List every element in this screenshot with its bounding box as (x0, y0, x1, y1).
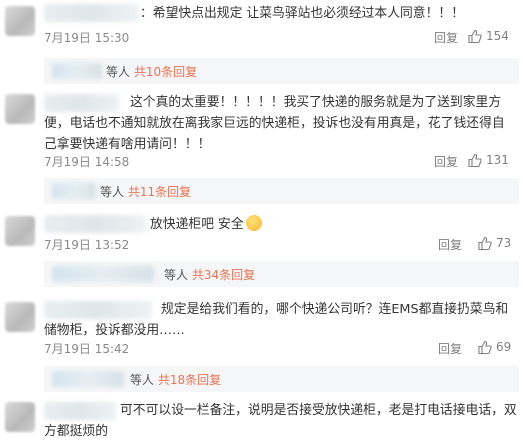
like-button[interactable]: 69 (478, 340, 511, 354)
avatar[interactable] (5, 216, 35, 246)
like-count: 73 (496, 236, 512, 250)
comment-text: 放快递柜吧 安全 (150, 214, 517, 235)
thread-prefix: 等人 (106, 65, 131, 79)
replier-names-blurred (52, 63, 102, 79)
reply-button[interactable]: 回复 (438, 340, 462, 357)
comment-4: 规定是给我们看的，哪个快递公司听？连EMS都直接扔菜鸟和储物柜，投诉都没用…… … (0, 296, 523, 396)
comment-date: 7月19日 14:58 (44, 155, 130, 169)
reply-thread[interactable]: 等人 共34条回复 (44, 261, 519, 287)
thumbs-up-icon (478, 236, 492, 250)
thumbs-up-icon (468, 29, 482, 43)
comment-text-content: 放快递柜吧 安全 (150, 217, 244, 232)
thread-prefix: 等人 (100, 185, 125, 199)
view-replies-link[interactable]: 共18条回复 (158, 373, 221, 387)
avatar[interactable] (5, 6, 35, 36)
reply-thread[interactable]: 等人 共11条回复 (44, 178, 519, 204)
like-button[interactable]: 73 (478, 236, 511, 250)
view-replies-link[interactable]: 共11条回复 (128, 185, 191, 199)
username-blurred[interactable] (44, 215, 146, 233)
like-count: 154 (486, 29, 509, 43)
replier-names-blurred (52, 183, 96, 199)
like-button[interactable]: 131 (468, 153, 509, 167)
thumbs-up-icon (478, 340, 492, 354)
reply-button[interactable]: 回复 (434, 153, 458, 170)
thumbs-up-icon (468, 153, 482, 167)
like-count: 69 (496, 340, 512, 354)
emoji-icon (245, 215, 262, 231)
comment-text: 这个真的太重要！！！！！我买了快递的服务就是为了送到家里方便，电话也不通知就放在… (44, 95, 505, 152)
reply-thread[interactable]: 等人 共18条回复 (44, 366, 519, 392)
comment-1: ：希望快点出规定 让菜鸟驿站也必须经过本人同意！！！ 7月19日 15:30 回… (0, 0, 523, 84)
view-replies-link[interactable]: 共34条回复 (192, 268, 255, 282)
thread-prefix: 等人 (164, 268, 189, 282)
replier-names-blurred (52, 371, 124, 387)
comment-2: 这个真的太重要！！！！！我买了快递的服务就是为了送到家里方便，电话也不通知就放在… (0, 90, 523, 210)
avatar[interactable] (5, 302, 35, 332)
replier-names-blurred (52, 266, 154, 282)
username-blurred[interactable] (44, 4, 139, 22)
comment-text: ：希望快点出规定 让菜鸟驿站也必须经过本人同意！！！ (140, 6, 464, 21)
avatar[interactable] (5, 402, 35, 432)
comment-5: 可不可以设一栏备注，说明是否接受放快递柜，老是打电话接电话，双方都挺烦的 (0, 398, 523, 442)
reply-button[interactable]: 回复 (438, 236, 462, 253)
comment-text: 规定是给我们看的，哪个快递公司听？连EMS都直接扔菜鸟和储物柜，投诉都没用…… (44, 302, 509, 338)
comment-3: 放快递柜吧 安全 7月19日 13:52 回复 73 等人 共34条回复 (0, 210, 523, 295)
comment-text: 可不可以设一栏备注，说明是否接受放快递柜，老是打电话接电话，双方都挺烦的 (44, 403, 517, 439)
like-count: 131 (486, 153, 509, 167)
reply-button[interactable]: 回复 (434, 29, 458, 46)
avatar[interactable] (5, 94, 35, 124)
comment-date: 7月19日 13:52 (44, 238, 130, 252)
view-replies-link[interactable]: 共10条回复 (134, 65, 197, 79)
reply-thread[interactable]: 等人 共10条回复 (44, 58, 519, 84)
comment-date: 7月19日 15:30 (44, 31, 130, 45)
thread-prefix: 等人 (130, 373, 155, 387)
like-button[interactable]: 154 (468, 29, 509, 43)
comment-date: 7月19日 15:42 (44, 342, 130, 356)
